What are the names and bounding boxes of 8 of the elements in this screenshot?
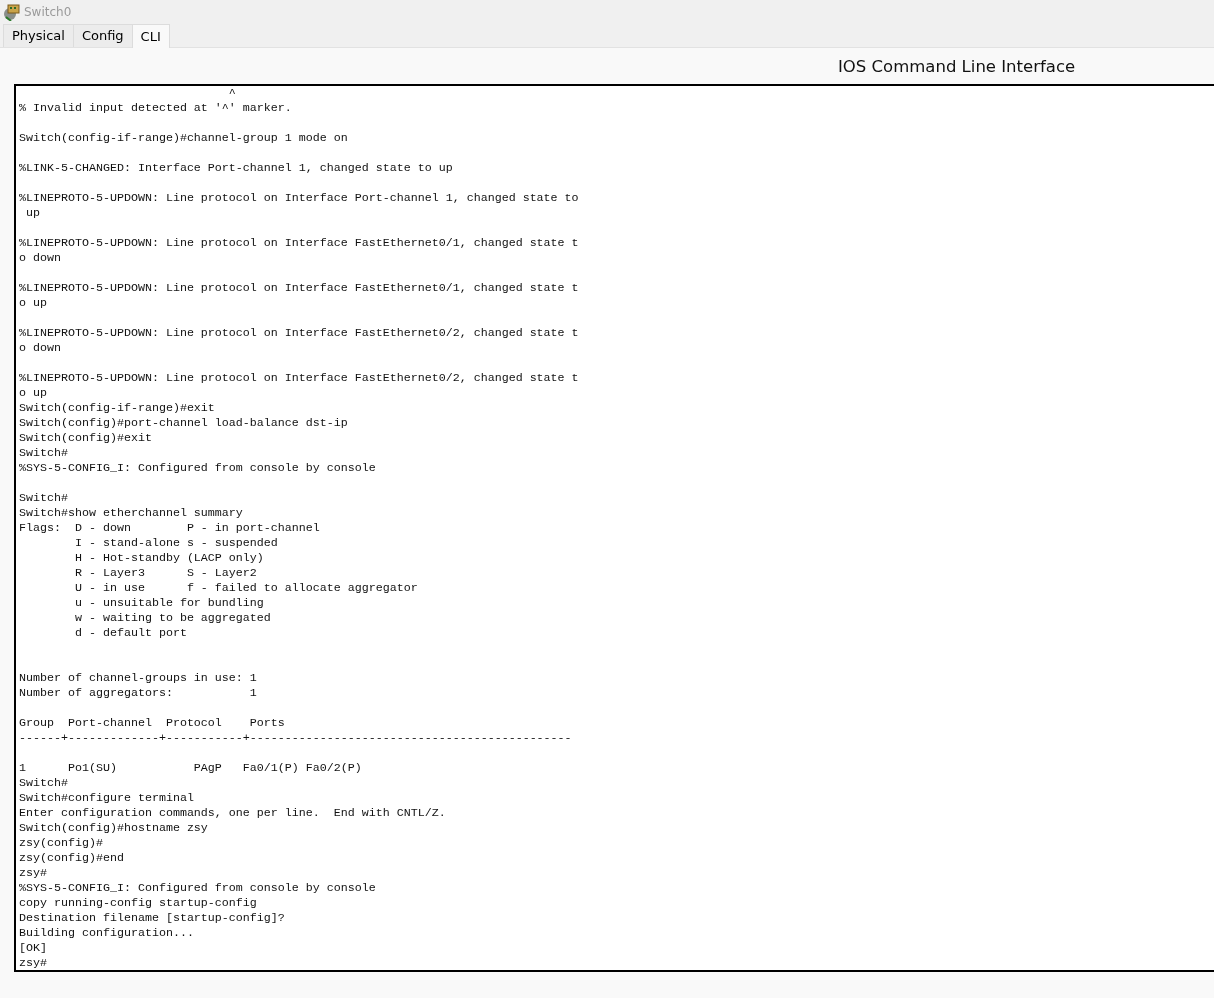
switch-icon xyxy=(3,2,20,21)
panel-heading: IOS Command Line Interface xyxy=(838,56,1076,78)
tab[interactable]: Config xyxy=(72,24,133,47)
tab[interactable]: Physical xyxy=(3,24,74,47)
tab[interactable]: CLI xyxy=(131,24,170,48)
window-title: Switch0 xyxy=(24,4,72,19)
terminal-panel[interactable] xyxy=(14,84,1214,972)
terminal-output: ^ % Invalid input detected at '^' marker. Switch(config-if-range)#channel-group 1 mode on %LINK-5-CHANGED: Interface Port-channel 1, changed state to up %LINEPROTO-5-UPDOWN: Line protocol on Interface Port-channel 1, changed state to up %LINEPROTO-5-UPDOWN: Line protocol on Interface FastEthernet0/1, changed state t o down %LINEPROTO-5-UPDOWN: Line protocol on Interface FastEthernet0/1, changed state t o up %LINEPROTO-5-UPDOWN: Line protocol on Interface FastEthernet0/2, changed state t o down %LINEPROTO-5-UPDOWN: Line protocol on Interface FastEthernet0/2, changed state t o up Switch(config-if-range)#exit Switch(config)#port-channel load-balance dst-ip Switch(config)#exit Switch# %SYS-5-CONFIG_I: Configured from console by console Switch# Switch#show etherchannel summary Flags: D - down P - in port-channel I - stand-alone s - suspended H - Hot-standby (LACP only) R - Layer3 S - Layer2 U - in use f - failed to allocate aggregator u - unsuitable for bundling w - waiting to be aggregated d - default port Number of channel-groups in use: 1 Number of aggregators: 1 Group Port-channel Protocol Ports ------+-------------+-----------+---------------------------------------------- 1 Po1(SU) PAgP Fa0/1(P) Fa0/2(P) Switch# Switch#configure terminal Enter configuration commands, one per line. End with CNTL/Z. Switch(config)#hostname zsy zsy(config)# zsy(config)#end zsy# %SYS-5-CONFIG_I: Configured from console by console copy running-config startup-config Destination filename [startup-config]? Building configuration... [OK] zsy# xyxy=(19,86,579,970)
